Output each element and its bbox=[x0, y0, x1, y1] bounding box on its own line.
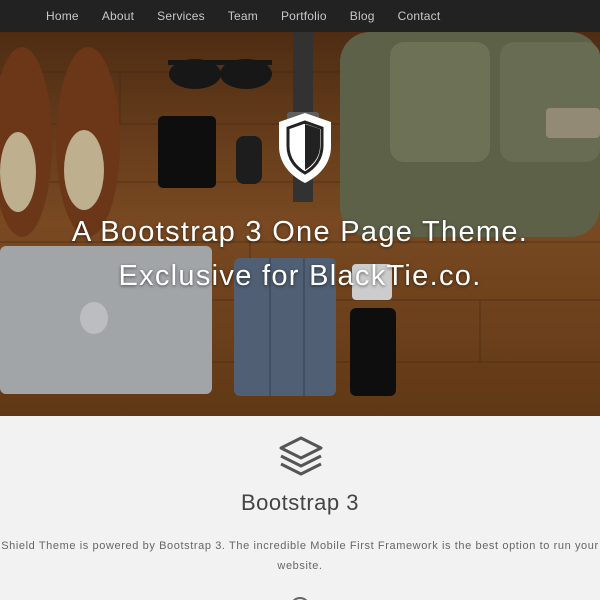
nav-blog[interactable]: Blog bbox=[350, 9, 375, 23]
top-navbar: Home About Services Team Portfolio Blog … bbox=[0, 0, 600, 32]
hero-headline-line-2: Exclusive for BlackTie.co. bbox=[118, 260, 482, 292]
nav-services[interactable]: Services bbox=[157, 9, 205, 23]
feature-title: Bootstrap 3 bbox=[240, 490, 359, 515]
layers-icon bbox=[279, 436, 323, 476]
hero-section: A Bootstrap 3 One Page Theme. Exclusive … bbox=[0, 32, 600, 416]
feature-section: Bootstrap 3 Shield Theme is powered by B… bbox=[0, 416, 600, 600]
shield-icon bbox=[279, 113, 331, 183]
nav-about[interactable]: About bbox=[102, 9, 134, 23]
nav-home[interactable]: Home bbox=[46, 9, 79, 23]
nav-contact[interactable]: Contact bbox=[398, 9, 441, 23]
nav-team[interactable]: Team bbox=[228, 9, 258, 23]
nav-portfolio[interactable]: Portfolio bbox=[281, 9, 327, 23]
feature-description: Shield Theme is powered by Bootstrap 3. … bbox=[1, 540, 599, 572]
hero-headline-line-1: A Bootstrap 3 One Page Theme. bbox=[71, 216, 529, 248]
